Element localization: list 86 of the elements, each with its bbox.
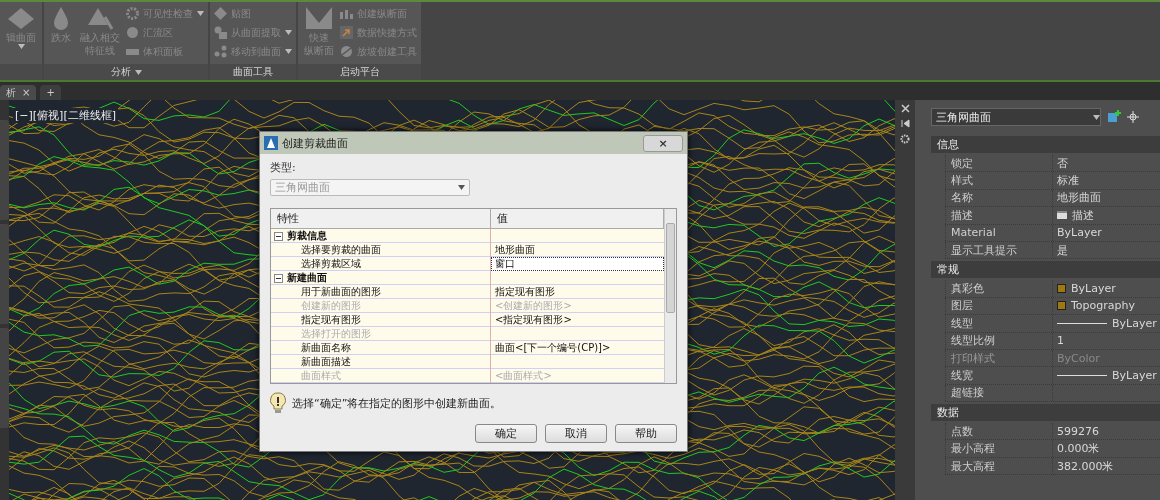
panel-title[interactable]: 曲面工具	[210, 64, 296, 80]
property-label: 线型比例	[945, 332, 1053, 349]
line-sample	[1057, 322, 1107, 324]
dialog-button[interactable]: 取消	[545, 424, 607, 443]
property-label: 锁定	[945, 155, 1053, 172]
viewport-label[interactable]: [−][俯视][二维线框]	[13, 108, 118, 123]
property-value[interactable]: 曲面<[下一个编号(CP)]>	[491, 341, 664, 355]
property-label: 超链接	[945, 384, 1053, 402]
document-tab[interactable]: +	[40, 85, 61, 100]
chart-icon	[340, 8, 353, 19]
property-value[interactable]: 1	[1053, 332, 1160, 349]
property-value[interactable]: 指定现有图形	[491, 285, 664, 299]
property-value[interactable]: 地形曲面	[491, 243, 664, 257]
property-value[interactable]: <指定现有图形>	[491, 313, 664, 327]
property-value[interactable]: 599276	[1053, 423, 1160, 440]
arrow-icon	[340, 26, 353, 39]
property-value[interactable]: 标准	[1053, 172, 1160, 189]
bar-icon	[126, 48, 139, 55]
panel-title[interactable]: 启动平台	[298, 64, 421, 80]
info-text: 选择“确定”将在指定的图形中创建新曲面。	[292, 395, 502, 411]
surface-icon	[6, 5, 36, 31]
property-name: 曲面样式	[271, 369, 491, 383]
shapes-icon	[214, 26, 227, 39]
document-tab[interactable]: 析 ×	[0, 85, 37, 100]
type-label: 类型:	[270, 160, 297, 175]
property-value[interactable]: 382.000米	[1053, 457, 1160, 475]
settings-icon[interactable]	[900, 134, 910, 144]
property-label: 线宽	[945, 367, 1053, 384]
app-logo-icon	[264, 136, 278, 150]
lightbulb-icon	[270, 392, 286, 414]
property-label: Material	[945, 224, 1053, 241]
column-header[interactable]: 特性	[271, 209, 491, 228]
sphere-icon	[126, 26, 139, 39]
property-label: 线型	[945, 315, 1053, 332]
property-value[interactable]: 窗口	[491, 257, 664, 271]
caret-icon	[458, 185, 465, 190]
property-value[interactable]: Topography	[1053, 297, 1160, 315]
note-icon	[1057, 211, 1067, 220]
section-header[interactable]: 信息	[931, 136, 1160, 153]
object-type-dropdown[interactable]: 三角网曲面	[931, 108, 1101, 126]
close-icon[interactable]	[900, 104, 910, 113]
line-sample	[1057, 375, 1107, 376]
property-value[interactable]: ByLayer	[1053, 280, 1160, 297]
panel-title[interactable]: 分析	[44, 64, 208, 80]
quick-select-icon[interactable]	[1107, 110, 1121, 124]
property-label: 真彩色	[945, 280, 1053, 297]
caret-icon	[285, 30, 292, 35]
gear-icon	[126, 7, 139, 20]
property-value[interactable]: ByLayer	[1053, 315, 1160, 332]
property-label: 打印样式	[945, 349, 1053, 367]
property-value[interactable]: 描述	[1053, 207, 1160, 224]
property-label: 名称	[945, 189, 1053, 207]
caret-icon	[285, 49, 292, 54]
property-value[interactable]: 0.000米	[1053, 440, 1160, 457]
caret-icon	[17, 44, 25, 49]
dialog-button[interactable]: 确定	[475, 424, 537, 443]
property-label: 图层	[945, 297, 1053, 315]
close-button[interactable]: ×	[643, 134, 683, 152]
nodes-icon	[214, 45, 227, 58]
caret-icon	[197, 11, 204, 16]
dialog-button[interactable]: 帮助	[615, 424, 677, 443]
slope-icon	[340, 45, 353, 58]
property-label: 样式	[945, 172, 1053, 189]
property-label: 描述	[945, 207, 1053, 224]
property-label: 点数	[945, 423, 1053, 440]
caret-icon	[1093, 114, 1100, 120]
property-label: 最小高程	[945, 440, 1053, 457]
property-label: 显示工具提示	[945, 241, 1053, 259]
pin-icon[interactable]	[900, 119, 910, 128]
collapse-icon[interactable]	[274, 231, 283, 241]
scrollbar[interactable]	[664, 209, 676, 383]
section-header[interactable]: 数据	[931, 404, 1160, 422]
crosshair-icon[interactable]	[1127, 111, 1139, 123]
property-value[interactable]: ByLayer	[1053, 367, 1160, 384]
property-value[interactable]: 地形曲面	[1053, 189, 1160, 207]
property-value[interactable]: 否	[1053, 155, 1160, 172]
dialog-title: 创建剪裁曲面	[282, 135, 349, 151]
close-icon[interactable]: ×	[22, 87, 31, 98]
collapse-icon[interactable]	[274, 273, 283, 283]
property-value[interactable]: 是	[1053, 241, 1160, 259]
diamond-icon	[214, 7, 227, 20]
property-value[interactable]: ByLayer	[1053, 224, 1160, 241]
section-header[interactable]: 常规	[931, 261, 1160, 279]
caret-icon	[134, 69, 142, 75]
profile-icon	[304, 5, 334, 31]
property-label: 最大高程	[945, 457, 1053, 475]
